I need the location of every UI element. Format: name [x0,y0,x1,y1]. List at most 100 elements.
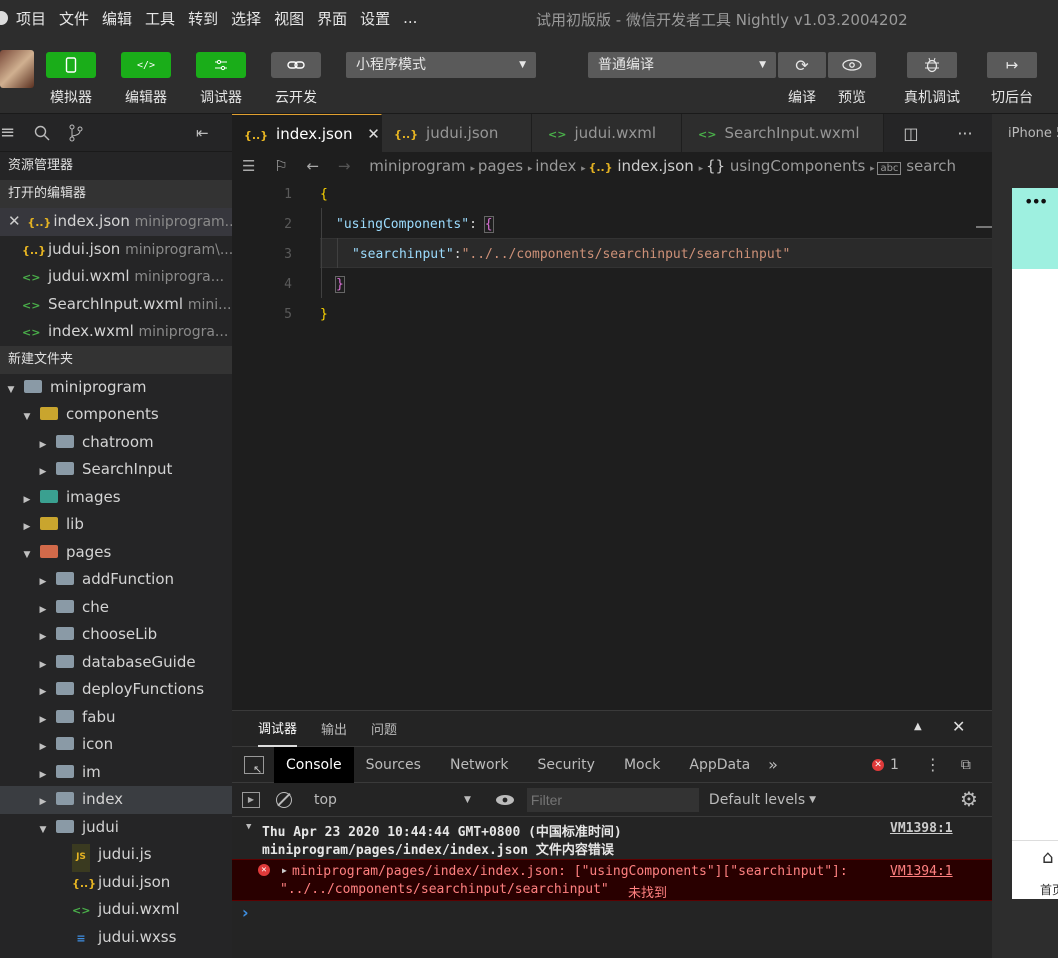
log-levels-select[interactable]: Default levels [709,792,805,808]
debugger-button[interactable] [196,52,246,78]
log-source-link[interactable]: VM1398:1 [890,821,953,836]
tree-item[interactable]: ≡ judui.wxss [0,924,232,952]
tree-item[interactable]: ▶ lib [0,511,232,539]
subtab-mock[interactable]: Mock [624,757,660,773]
tab-index-json[interactable]: {..} index.json ✕ [232,114,382,152]
tab-searchinput-wxml[interactable]: <> SearchInput.wxml [682,114,884,152]
search-icon[interactable] [34,125,50,141]
back-arrow-icon[interactable]: ← [306,157,319,175]
caret-down-icon[interactable]: ▼ [809,795,816,805]
breadcrumb-item[interactable]: index [535,157,576,175]
tree-item[interactable]: ▶ databaseGuide [0,649,232,677]
clear-console-icon[interactable] [276,791,292,808]
gear-icon[interactable]: ⚙ [960,787,978,811]
open-editors-title[interactable]: 打开的编辑器 [0,180,232,208]
tree-item[interactable]: ▶ im [0,759,232,787]
subtab-sources[interactable]: Sources [366,757,421,773]
tree-item[interactable]: ▶ index [0,786,232,814]
collapse-panel-icon[interactable]: ⇤ [196,124,209,142]
simulator-button[interactable] [46,52,96,78]
tab-debugger[interactable]: 调试器 [258,710,298,747]
tree-item[interactable]: ▶ addFunction [0,566,232,594]
tree-item[interactable]: ▶ che [0,594,232,622]
source-control-icon[interactable] [68,124,84,142]
menu-select[interactable]: 选择 [231,8,261,29]
tree-item[interactable]: <> judui.wxml [0,896,232,924]
simulator-screen[interactable]: ••• ⌂ 首页 [1012,188,1058,899]
caret-down-icon[interactable]: ▼ [464,795,471,805]
split-editor-icon[interactable]: ◫ [903,124,918,143]
breadcrumb-item[interactable]: usingComponents [730,157,865,175]
tab-judui-wxml[interactable]: <> judui.wxml [532,114,682,152]
tree-item[interactable]: ▶ chooseLib [0,621,232,649]
tree-item[interactable]: ▼ components [0,401,232,429]
close-icon[interactable]: ✕ [367,125,380,143]
expand-icon[interactable]: ▶ [282,866,287,875]
menu-more[interactable]: ... [403,9,417,27]
cloud-button[interactable] [271,52,321,78]
forward-arrow-icon[interactable]: → [338,157,351,175]
tab-problems[interactable]: 问题 [371,719,397,738]
breadcrumb-item[interactable]: index.json [617,157,693,175]
avatar[interactable] [0,50,34,88]
sidebar-toggle-icon[interactable]: ▶ [242,791,260,808]
tree-item[interactable]: ▶ icon [0,731,232,759]
code-editor[interactable]: 1 2 3 4 5 { "usingComponents": { "search… [232,180,992,710]
open-editor-item[interactable]: <> index.wxml miniprogra... [0,318,232,346]
open-editor-item[interactable]: <> SearchInput.wxml mini... [0,291,232,319]
remote-debug-button[interactable] [907,52,957,78]
more-actions-icon[interactable]: ··· [957,124,972,143]
breadcrumb-item[interactable]: search [906,157,956,175]
tree-item[interactable]: ▶ SearchInput [0,456,232,484]
open-editor-item[interactable]: <> judui.wxml miniprogra... [0,263,232,291]
console-prompt[interactable]: › [242,903,249,922]
tree-item[interactable]: ▼ judui [0,814,232,842]
tree-item[interactable]: ▶ deployFunctions [0,676,232,704]
expand-icon[interactable]: ▼ [246,822,251,832]
list-icon[interactable]: ☰ [242,157,255,175]
subtab-appdata[interactable]: AppData [689,757,750,773]
eye-icon[interactable] [495,794,515,806]
open-editor-item[interactable]: ✕ {..} index.json miniprogram... [0,208,232,236]
menu-goto[interactable]: 转到 [188,8,218,29]
background-button[interactable]: ↦ [987,52,1037,78]
breadcrumb-item[interactable]: pages [478,157,523,175]
breadcrumb-item[interactable]: miniprogram [369,157,465,175]
caret-up-icon[interactable]: ▲ [914,721,922,732]
menu-settings[interactable]: 设置 [360,8,390,29]
inspect-element-icon[interactable]: ↖ [244,755,264,776]
menu-interface[interactable]: 界面 [317,8,347,29]
menu-edit[interactable]: 编辑 [102,8,132,29]
console-filter-input[interactable] [526,787,699,812]
menu-project[interactable]: 项目 [16,8,46,29]
tree-item[interactable]: ▶ images [0,484,232,512]
subtab-network[interactable]: Network [450,757,508,773]
home-icon[interactable]: ⌂ [1042,847,1053,868]
log-source-link[interactable]: VM1394:1 [890,864,953,879]
mode-select[interactable]: 小程序模式 ▼ [346,52,536,78]
close-icon[interactable]: ✕ [952,717,965,736]
preview-button[interactable] [828,52,876,78]
tab-home-label[interactable]: 首页 [1040,881,1058,898]
undock-icon[interactable]: ⧉ [961,757,971,773]
menu-tools[interactable]: 工具 [145,8,175,29]
more-tabs-icon[interactable]: » [768,755,778,774]
tab-output[interactable]: 输出 [321,719,347,738]
tree-item[interactable]: ▶ fabu [0,704,232,732]
menu-icon[interactable]: ≡ [0,122,15,143]
folder-title[interactable]: 新建文件夹 [0,345,232,374]
tree-item[interactable]: {..} judui.json [0,869,232,897]
tree-item[interactable]: JS judui.js [0,841,232,872]
bookmark-icon[interactable]: ⚐ [274,157,287,175]
kebab-menu-icon[interactable]: ⋮ [925,755,941,774]
tab-judui-json[interactable]: {..} judui.json [382,114,532,152]
compile-button[interactable]: ⟳ [778,52,826,78]
tree-item[interactable]: ▼ miniprogram [0,374,232,402]
compile-select[interactable]: 普通编译 ▼ [588,52,776,78]
editor-button[interactable]: </> [121,52,171,78]
context-select[interactable]: top [314,792,464,808]
menu-view[interactable]: 视图 [274,8,304,29]
close-icon[interactable]: ✕ [8,212,21,230]
tree-item[interactable]: ▶ chatroom [0,429,232,457]
subtab-security[interactable]: Security [537,757,595,773]
